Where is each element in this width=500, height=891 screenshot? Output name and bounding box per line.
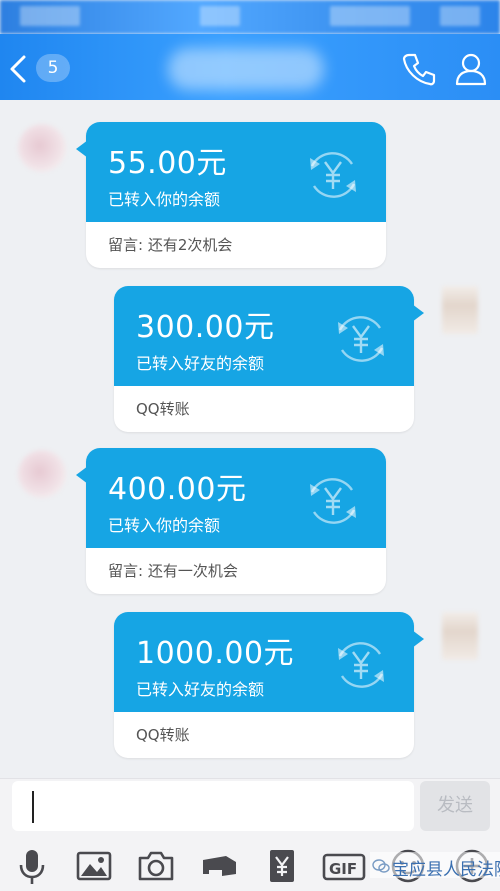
- bubble-tail: [412, 304, 424, 322]
- yen-transfer-icon: [310, 478, 356, 524]
- user-icon: [455, 53, 487, 86]
- image-icon[interactable]: [74, 846, 114, 886]
- profile-button[interactable]: [452, 50, 490, 88]
- bubble-tail: [76, 466, 88, 484]
- transfer-description: 已转入你的余额: [108, 190, 221, 209]
- transfer-amount: 55.00元: [108, 146, 227, 181]
- transfer-description: 已转入你的余额: [108, 516, 221, 535]
- transfer-message[interactable]: 400.00元 已转入你的余额 留言: 还有一次机会: [76, 448, 386, 594]
- transfer-note: 留言: 还有一次机会: [108, 562, 238, 580]
- unread-count-badge: 5: [36, 54, 70, 82]
- transfer-message[interactable]: 300.00元 已转入好友的余额 QQ转账: [114, 286, 424, 432]
- transfer-amount: 300.00元: [136, 310, 275, 345]
- call-button[interactable]: [400, 50, 438, 88]
- transfer-description: 已转入好友的余额: [136, 680, 265, 699]
- phone-icon: [402, 53, 436, 86]
- text-caret: [32, 791, 34, 823]
- transfer-message[interactable]: 1000.00元 已转入好友的余额 QQ转账: [114, 612, 424, 758]
- transfer-note: QQ转账: [136, 400, 190, 418]
- transfer-description: 已转入好友的余额: [136, 354, 265, 373]
- back-arrow-icon: [10, 55, 26, 83]
- send-button[interactable]: 发送: [420, 781, 490, 831]
- camera-icon[interactable]: [136, 846, 176, 886]
- contact-avatar[interactable]: [18, 450, 66, 498]
- transfer-amount: 400.00元: [108, 472, 247, 507]
- bubble-tail: [412, 630, 424, 648]
- back-button[interactable]: 5: [8, 52, 70, 84]
- contact-avatar[interactable]: [18, 124, 66, 172]
- bubble-tail: [76, 140, 88, 158]
- wechat-icon: [372, 859, 390, 873]
- red-packet-icon[interactable]: [200, 846, 240, 886]
- contact-name-blurred: [168, 48, 324, 90]
- watermark-text: 宝应县人民法院: [392, 860, 500, 880]
- status-bar: [0, 0, 500, 34]
- gif-icon[interactable]: GIF: [322, 846, 366, 886]
- chat-header: 5: [0, 34, 500, 100]
- my-avatar[interactable]: [442, 612, 478, 660]
- yen-transfer-icon: [338, 642, 384, 688]
- svg-text:GIF: GIF: [329, 860, 357, 878]
- yen-transfer-icon: [338, 316, 384, 362]
- transfer-message[interactable]: 55.00元 已转入你的余额 留言: 还有2次机会: [76, 122, 386, 268]
- transfer-note: 留言: 还有2次机会: [108, 236, 233, 254]
- transfer-amount: 1000.00元: [136, 636, 295, 671]
- transfer-icon[interactable]: [262, 846, 302, 886]
- transfer-note: QQ转账: [136, 726, 190, 744]
- chat-area[interactable]: 55.00元 已转入你的余额 留言: 还有2次机会 300.00元 已转入好友的…: [0, 100, 500, 778]
- my-avatar[interactable]: [442, 286, 478, 334]
- yen-transfer-icon: [310, 152, 356, 198]
- message-input-bar: 发送: [0, 778, 500, 839]
- message-input[interactable]: [12, 781, 414, 831]
- microphone-icon[interactable]: [12, 846, 52, 886]
